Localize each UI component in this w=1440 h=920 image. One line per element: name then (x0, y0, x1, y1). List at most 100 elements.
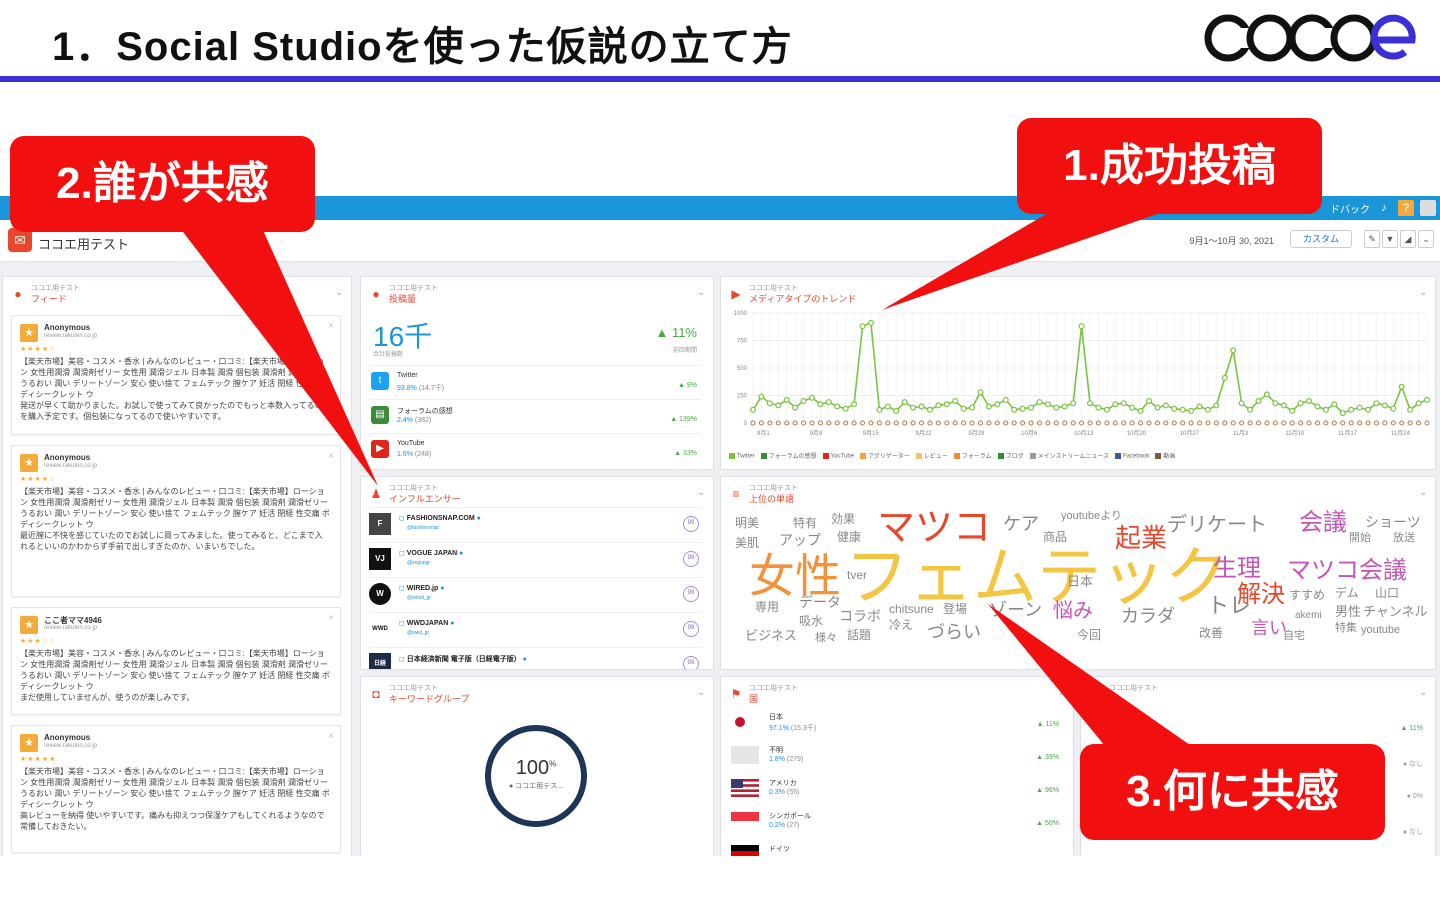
legend-item[interactable]: フォーラム (953, 451, 992, 460)
cloud-word[interactable]: アップ (779, 533, 821, 547)
cloud-word[interactable]: マツコ会議 (1287, 559, 1407, 583)
cloud-word[interactable]: 放送 (1393, 533, 1415, 544)
cloud-word[interactable]: 日本 (1067, 575, 1093, 588)
custom-range-button[interactable]: カスタム (1290, 230, 1352, 248)
influencer-row[interactable]: WWD ◻ WWDJAPAN ● @wwd_jp 99 (369, 612, 703, 647)
cloud-word[interactable]: ショーツ (1365, 515, 1421, 529)
cloud-word[interactable]: 男性 (1335, 605, 1361, 618)
chevron-down-icon[interactable]: ⌄ (697, 687, 705, 698)
country-row[interactable]: シンガポール 0.2% (27) ▲ 50% (729, 808, 1063, 841)
cloud-word[interactable]: データ (799, 595, 841, 609)
chevron-down-icon[interactable]: ⌄ (697, 487, 705, 498)
legend-item[interactable]: ブログ (997, 451, 1024, 460)
chevron-down-icon[interactable]: ⌄ (697, 287, 705, 298)
data-point (1289, 407, 1296, 414)
influencer-row[interactable]: VJ ◻ VOGUE JAPAN ● @voguejp 99 (369, 542, 703, 577)
feed-card[interactable]: ★ Anonymous review.rakuten.co.jp ★★★★☆ ✕… (11, 315, 341, 435)
workspace-title[interactable]: ココエ用テスト (38, 234, 129, 253)
cloud-word[interactable]: デリケート (1167, 515, 1267, 535)
legend-item[interactable]: フォーラムの感想 (760, 451, 817, 460)
cloud-word[interactable]: 今回 (1077, 629, 1101, 641)
volume-row[interactable]: ▶ YouTube 1.6% (248) ▲ 33% (369, 433, 701, 467)
cloud-word[interactable]: 効果 (831, 513, 855, 525)
cloud-word[interactable]: 話題 (847, 629, 871, 641)
feed-card[interactable]: ★ Anonymous review.rakuten.co.jp ★★★★★ ✕… (11, 725, 341, 853)
cloud-word[interactable]: 特有 (793, 517, 817, 529)
x-tick-label: 10月27 (1180, 430, 1200, 437)
help-icon[interactable]: ? (1398, 200, 1414, 216)
cloud-word[interactable]: 悩み (1053, 601, 1093, 621)
chevron-down-icon[interactable]: ⌄ (1419, 687, 1427, 698)
cloud-word[interactable]: カラダ (1121, 607, 1175, 625)
influencer-row[interactable]: F ◻ FASHIONSNAP.COM ● @fashionsnap 99 (369, 507, 703, 542)
close-icon[interactable]: ✕ (328, 614, 334, 622)
chevron-down-icon[interactable]: ⌄ (335, 287, 343, 298)
x-tick-label: 9月8 (810, 430, 823, 437)
feedback-link[interactable]: ドバック (1330, 201, 1370, 216)
cloud-word[interactable]: ケア (1003, 515, 1039, 533)
avatar[interactable] (1420, 200, 1436, 216)
cloud-word[interactable]: 解決 (1237, 583, 1285, 607)
influencer-row[interactable]: W ◻ WIRED.jp ● @wired_jp 99 (369, 577, 703, 612)
edit-icon[interactable]: ✎ (1364, 230, 1380, 248)
bell-icon[interactable]: ♪ (1376, 200, 1392, 216)
filter-icon[interactable]: ▼ (1382, 230, 1398, 248)
legend-item[interactable]: レビュー (915, 451, 948, 460)
cloud-word[interactable]: 専用 (755, 601, 779, 613)
baseline-point (1289, 420, 1295, 426)
cloud-word[interactable]: 会議 (1299, 511, 1347, 535)
chevron-down-icon[interactable]: ⌄ (1418, 230, 1434, 248)
chevron-down-icon[interactable]: ⌄ (1419, 487, 1427, 498)
cloud-word[interactable]: 山口 (1375, 587, 1399, 599)
cloud-word[interactable]: 特集 (1335, 623, 1357, 634)
cloud-word[interactable]: 様々 (815, 633, 837, 644)
cloud-word[interactable]: 改善 (1199, 627, 1223, 639)
cloud-word[interactable]: 生理 (1213, 557, 1261, 581)
share-icon[interactable]: ◢ (1400, 230, 1416, 248)
close-icon[interactable]: ✕ (328, 452, 334, 460)
chevron-down-icon[interactable]: ⌄ (1419, 287, 1427, 298)
country-row[interactable]: ドイツ (729, 841, 1063, 856)
cloud-word[interactable]: 女性 (749, 553, 841, 599)
cloud-word[interactable]: デム (1335, 587, 1359, 599)
legend-item[interactable]: 動画 (1155, 451, 1175, 460)
review-star-icon: ★ (20, 454, 38, 472)
close-icon[interactable]: ✕ (328, 322, 334, 330)
legend-item[interactable]: メインストリームニュース (1029, 451, 1109, 460)
country-row[interactable]: 日本 97.1% (15.3千) ▲ 11% (729, 709, 1063, 742)
legend-item[interactable]: Twitter (729, 453, 755, 460)
legend-item[interactable]: アグリゲーター (860, 451, 910, 460)
cloud-word[interactable]: 言い (1251, 619, 1287, 637)
cloud-word[interactable]: チャンネル (1363, 605, 1428, 618)
cloud-word[interactable]: 美肌 (735, 537, 759, 549)
data-point (1348, 406, 1355, 413)
close-icon[interactable]: ✕ (328, 732, 334, 740)
feed-card[interactable]: ★ ここ者ママ4946 review.rakuten.co.jp ★★★☆☆ ✕… (11, 607, 341, 715)
legend-item[interactable]: YouTube (822, 453, 854, 460)
cloud-word[interactable]: ビジネス (745, 629, 797, 642)
cloud-word[interactable]: コラボ (839, 609, 881, 623)
cloud-word[interactable]: 明美 (735, 517, 759, 529)
cloud-word[interactable]: すすめ (1289, 589, 1325, 601)
cloud-word[interactable]: 自宅 (1283, 631, 1305, 642)
volume-row[interactable]: ▤ フォーラムの感想 2.4% (382) ▲ 139% (369, 399, 701, 433)
baseline-point (1020, 420, 1026, 426)
cloud-word[interactable]: 冷え (889, 619, 913, 631)
cloud-word[interactable]: youtubeより (1061, 511, 1122, 522)
country-row[interactable]: 不明 1.8% (279) ▲ 39% (729, 742, 1063, 775)
cloud-word[interactable]: 登場 (943, 603, 967, 615)
cloud-word[interactable]: 吸水 (799, 615, 823, 627)
feed-card[interactable]: ★ Anonymous review.rakuten.co.jp ★★★★☆ ✕… (11, 445, 341, 597)
cloud-word[interactable]: youtube (1361, 625, 1400, 636)
cloud-word[interactable]: chitsune (889, 603, 934, 615)
cloud-word[interactable]: ゾーン (989, 601, 1042, 619)
volume-row[interactable]: t Twitter 93.8% (14.7千) ▲ 9% (369, 365, 701, 399)
cloud-word[interactable]: づらい (927, 623, 981, 641)
country-row[interactable]: アメリカ 0.3% (55) ▲ 96% (729, 775, 1063, 808)
legend-item[interactable]: Facebook (1115, 453, 1149, 460)
chevron-down-icon[interactable]: ⌄ (1057, 687, 1065, 698)
date-range[interactable]: 9月1〜10月 30, 2021 (1189, 234, 1274, 247)
cloud-word[interactable]: akemi (1295, 611, 1322, 621)
cloud-word[interactable]: 開始 (1349, 533, 1371, 544)
influencer-row[interactable]: 日経 ◻ 日本経済新聞 電子版（日経電子版） ● 99 (369, 647, 703, 669)
